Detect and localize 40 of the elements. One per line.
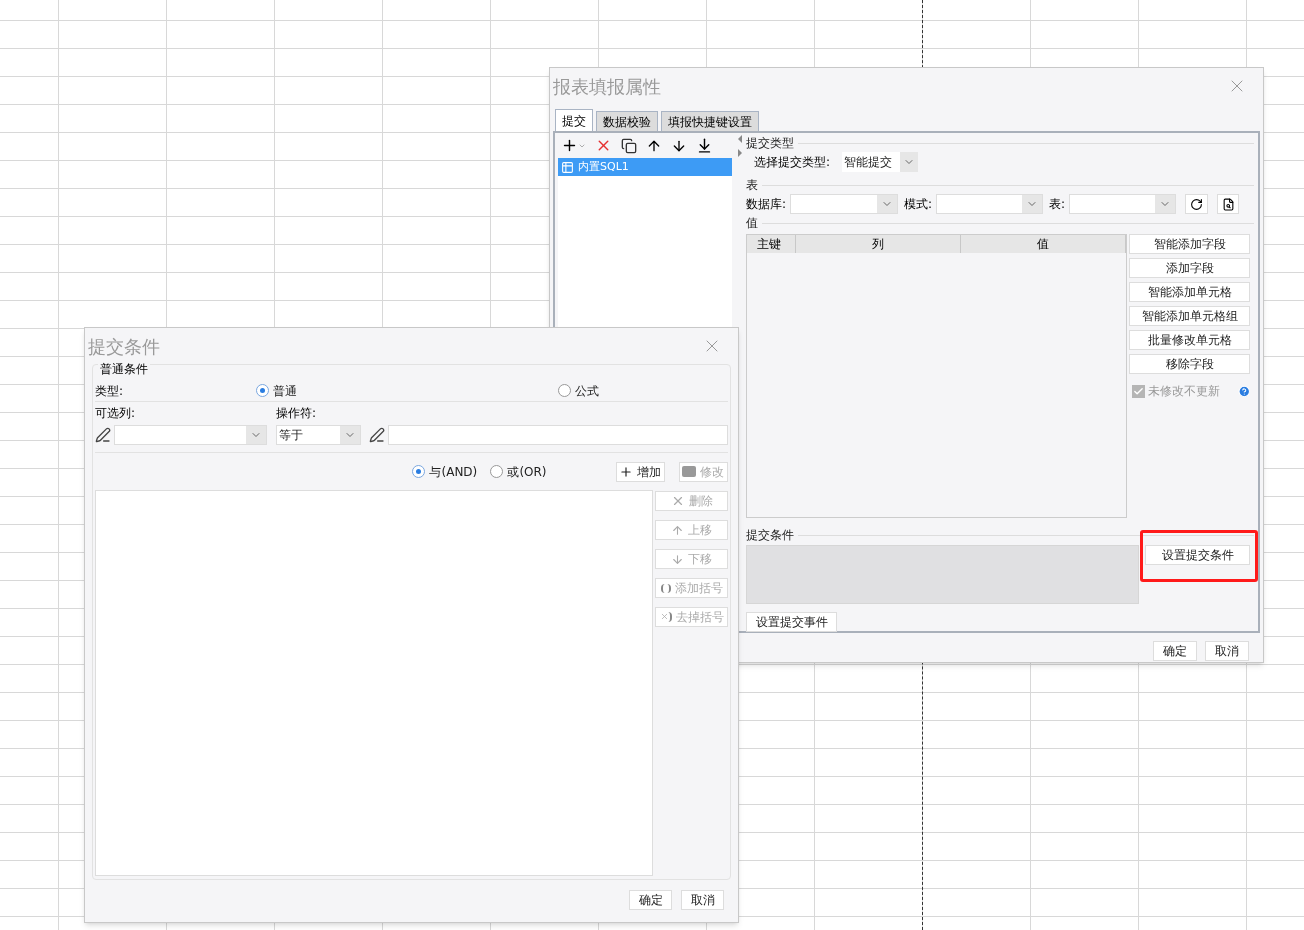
- section-title: 表: [746, 177, 758, 194]
- radio-label: 普通: [273, 382, 297, 400]
- add-button[interactable]: 增加: [615, 461, 665, 482]
- field-label: 操作符:: [276, 405, 317, 422]
- action-button[interactable]: 智能添加单元格: [1129, 282, 1250, 302]
- dialog-title: 报表填报属性: [553, 74, 661, 99]
- set-condition-button[interactable]: 设置提交条件: [1145, 545, 1250, 565]
- field-label: 表:: [1049, 196, 1066, 213]
- radio-label: 或(OR): [507, 463, 547, 481]
- operator-dropdown[interactable]: 等于: [275, 425, 361, 445]
- footer-button[interactable]: 确定: [629, 890, 672, 910]
- action-button[interactable]: 批量修改单元格: [1129, 330, 1250, 350]
- section-title: 值: [746, 215, 758, 232]
- footer-button[interactable]: 取消: [681, 890, 724, 910]
- radio-label: 与(AND): [429, 463, 478, 481]
- field-label: 选择提交类型:: [754, 154, 831, 171]
- field-label: 模式:: [904, 196, 933, 213]
- footer-button[interactable]: 确定: [1153, 641, 1197, 661]
- action-button[interactable]: 移除字段: [1129, 354, 1250, 374]
- action-button[interactable]: 添加字段: [1129, 258, 1250, 278]
- field-label: 可选列:: [95, 405, 137, 422]
- set-event-button[interactable]: 设置提交事件: [746, 612, 837, 632]
- tab[interactable]: 提交: [555, 109, 593, 131]
- submit-type-dropdown[interactable]: 智能提交: [842, 152, 919, 172]
- dialog-title: 提交条件: [88, 334, 160, 359]
- action-button[interactable]: 智能添加单元格组: [1129, 306, 1250, 326]
- section-title: 普通条件: [98, 362, 150, 376]
- tab[interactable]: 数据校验: [596, 111, 658, 131]
- checkbox-label: 未修改不更新: [1147, 383, 1220, 400]
- radio-label: 公式: [575, 382, 599, 400]
- footer-button[interactable]: 取消: [1205, 641, 1249, 661]
- field-label: 数据库:: [746, 196, 787, 213]
- column-header: 值: [961, 235, 1126, 253]
- section-title: 提交类型: [746, 135, 794, 152]
- field-label: 类型:: [95, 382, 125, 400]
- tab[interactable]: 填报快捷键设置: [661, 111, 759, 131]
- section-title: 提交条件: [746, 527, 794, 544]
- action-button[interactable]: 智能添加字段: [1129, 234, 1250, 254]
- column-header: 列: [796, 235, 961, 253]
- column-header: 主键: [747, 235, 796, 253]
